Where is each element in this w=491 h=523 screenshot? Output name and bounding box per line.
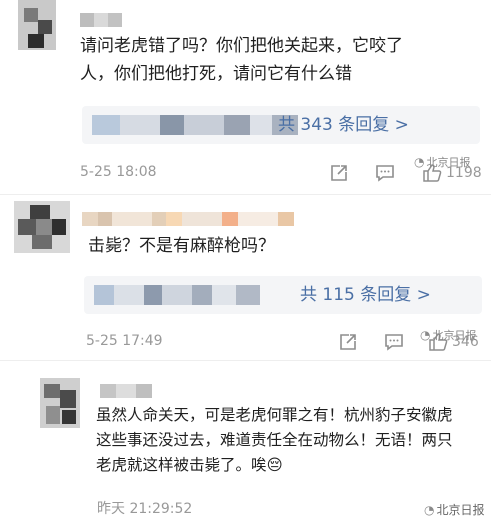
username-blurred[interactable] xyxy=(82,212,302,226)
weibo-icon: ◔ xyxy=(424,502,435,517)
comment-date: 昨天 21:29:52 xyxy=(97,501,193,517)
comment-2: 击毙？不是有麻醉枪吗？ 共 115 条回复 > 5-25 17:49 346 ◔… xyxy=(0,195,491,360)
watermark: ◔ 北京日报 xyxy=(414,155,471,169)
share-icon[interactable] xyxy=(329,163,349,183)
comment-date: 5-25 17:49 xyxy=(86,333,163,349)
avatar[interactable] xyxy=(40,378,80,428)
watermark: ◔ 北京日报 xyxy=(424,502,485,518)
comment-text: 击毙？不是有麻醉枪吗？ xyxy=(88,236,275,256)
watermark: ◔ 北京日报 xyxy=(420,328,477,342)
avatar[interactable] xyxy=(18,0,56,50)
reply-count-link[interactable]: 共 343 条回复 > xyxy=(278,106,409,144)
comment-icon[interactable] xyxy=(384,332,404,352)
username-blurred[interactable] xyxy=(100,384,156,398)
weibo-icon: ◔ xyxy=(420,328,431,342)
comment-icon[interactable] xyxy=(375,163,395,183)
reply-summary[interactable]: 共 115 条回复 > xyxy=(84,276,482,314)
avatar[interactable] xyxy=(14,201,70,253)
comment-3: 虽然人命关天，可是老虎何罪之有！杭州豹子安徽虎这些事还没过去，难道责任全在动物么… xyxy=(0,361,491,523)
comment-text: 请问老虎错了吗？你们把他关起来，它咬了人，你们把他打死，请问它有什么错 xyxy=(80,36,403,84)
comment-1: 请问老虎错了吗？你们把他关起来，它咬了人，你们把他打死，请问它有什么错 共 34… xyxy=(0,0,491,195)
weibo-icon: ◔ xyxy=(414,155,425,169)
username-blurred[interactable] xyxy=(80,13,130,27)
reply-count-link[interactable]: 共 115 条回复 > xyxy=(300,276,431,314)
reply-summary[interactable]: 共 343 条回复 > xyxy=(82,106,480,144)
comment-text: 虽然人命关天，可是老虎何罪之有！杭州豹子安徽虎这些事还没过去，难道责任全在动物么… xyxy=(96,406,453,474)
comment-date: 5-25 18:08 xyxy=(80,164,157,180)
share-icon[interactable] xyxy=(338,332,358,352)
